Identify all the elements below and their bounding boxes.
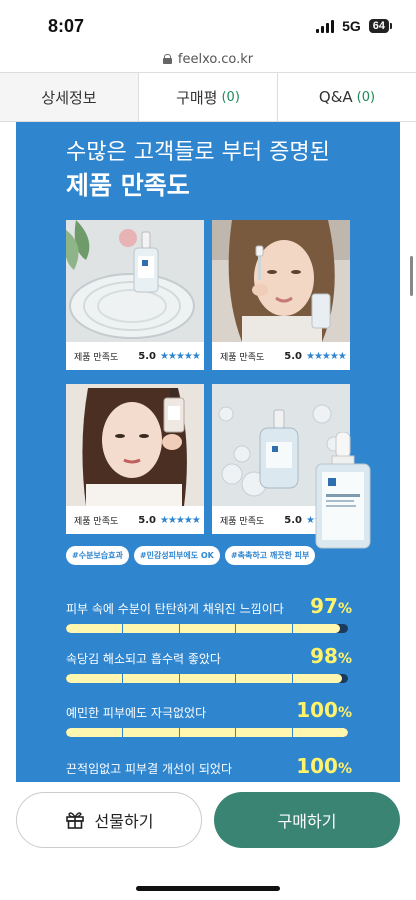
- status-bar: 8:07 5G 64: [0, 0, 416, 48]
- scrollbar[interactable]: [410, 256, 413, 296]
- status-indicators: 5G 64: [316, 18, 392, 34]
- progress-bar-divider: [291, 728, 293, 737]
- progress-bar: [66, 624, 348, 633]
- product-detail-banner: 수많은 고객들로 부터 증명된 제품 만족도 제품 만족도 5.0 ★★★★★: [16, 122, 400, 782]
- rating-row: 제품 만족도 5.0 ★★★★★: [66, 506, 204, 534]
- progress-bar-fill: [66, 674, 343, 683]
- review-card: 제품 만족도 5.0 ★★★★★: [66, 220, 204, 370]
- model-photo: [66, 384, 204, 506]
- metric-label: 피부 속에 수분이 탄탄하게 채워진 느낌이다: [66, 602, 284, 616]
- rating-label: 제품 만족도: [74, 516, 119, 527]
- star-rating-icon: ★★★★★: [159, 350, 201, 362]
- buy-button-label: 구매하기: [277, 812, 337, 831]
- progress-bar-divider: [122, 674, 124, 683]
- rating-score: 5.0: [138, 350, 156, 362]
- tab-label: Q&A: [318, 88, 353, 106]
- banner-headline: 수많은 고객들로 부터 증명된: [66, 140, 330, 165]
- progress-bar-fill: [66, 728, 348, 737]
- tab-reviews[interactable]: 구매평 (0): [139, 73, 278, 121]
- metric-label: 끈적임없고 피부결 개선이 되었다: [66, 762, 233, 776]
- tab-details[interactable]: 상세정보: [0, 73, 139, 121]
- star-rating-icon: ★★★★★: [159, 514, 201, 526]
- network-type: 5G: [342, 18, 361, 34]
- hashtag: #촉촉하고 깨끗한 피부: [224, 546, 316, 565]
- tab-count: (0): [356, 89, 376, 105]
- status-time: 8:07: [48, 16, 85, 36]
- bottom-action-bar: 선물하기 구매하기: [0, 782, 416, 900]
- progress-bar-divider: [235, 728, 237, 737]
- rating-score: 5.0: [284, 350, 302, 362]
- metric-percent: 100%: [296, 754, 352, 778]
- signal-icon: [316, 19, 335, 33]
- gift-button[interactable]: 선물하기: [16, 792, 202, 848]
- metric-percent: 98%: [310, 644, 352, 668]
- progress-bar-divider: [122, 728, 124, 737]
- progress-bar-divider: [235, 674, 237, 683]
- star-rating-icon: ★★★★★: [305, 350, 347, 362]
- progress-bar-divider: [178, 674, 180, 683]
- tab-qna[interactable]: Q&A (0): [278, 73, 416, 121]
- metric-percent: 100%: [296, 698, 352, 722]
- product-tabs: 상세정보 구매평 (0) Q&A (0): [0, 72, 416, 122]
- gift-icon: [65, 812, 84, 829]
- progress-bar-divider: [122, 624, 124, 633]
- gift-button-label: 선물하기: [94, 812, 154, 831]
- rating-row: 제품 만족도 5.0 ★★★★★: [212, 342, 350, 370]
- metric-percent: 97%: [310, 594, 352, 618]
- metric-label: 예민한 피부에도 자극없었다: [66, 706, 207, 720]
- rating-label: 제품 만족도: [74, 352, 119, 363]
- model-photo: [212, 220, 350, 342]
- rating-label: 제품 만족도: [220, 352, 265, 363]
- review-card: 제품 만족도 5.0 ★★★★★: [66, 384, 204, 534]
- hashtag-list: #수분보습효과 #민감성피부에도 OK #촉촉하고 깨끗한 피부: [66, 546, 316, 565]
- product-photo: [66, 220, 204, 342]
- battery-level: 64: [368, 19, 389, 33]
- metric-label: 속당김 해소되고 흡수력 좋았다: [66, 652, 221, 666]
- lock-icon: [162, 54, 172, 64]
- rating-label: 제품 만족도: [220, 516, 265, 527]
- progress-bar: [66, 674, 348, 683]
- review-card: 제품 만족도 5.0 ★★★★★: [212, 220, 350, 370]
- hashtag: #민감성피부에도 OK: [133, 546, 220, 565]
- tab-label: 상세정보: [41, 88, 97, 107]
- rating-score: 5.0: [138, 514, 156, 526]
- progress-bar: [66, 728, 348, 737]
- url-text: feelxo.co.kr: [177, 51, 254, 67]
- rating-score: 5.0: [284, 514, 302, 526]
- progress-bar-fill: [66, 624, 340, 633]
- banner-title: 제품 만족도: [66, 171, 190, 200]
- progress-bar-divider: [178, 728, 180, 737]
- buy-button[interactable]: 구매하기: [214, 792, 400, 848]
- progress-bar-divider: [235, 624, 237, 633]
- progress-bar-divider: [291, 624, 293, 633]
- rating-row: 제품 만족도 5.0 ★★★★★: [66, 342, 204, 370]
- url-bar[interactable]: feelxo.co.kr: [0, 48, 416, 70]
- tab-count: (0): [221, 89, 240, 105]
- progress-bar-divider: [178, 624, 180, 633]
- hashtag: #수분보습효과: [66, 546, 129, 565]
- progress-bar-divider: [291, 674, 293, 683]
- tab-label: 구매평: [176, 88, 218, 107]
- battery-icon: 64: [368, 19, 392, 33]
- home-indicator: [136, 886, 280, 891]
- serum-bottle-image: [312, 431, 374, 550]
